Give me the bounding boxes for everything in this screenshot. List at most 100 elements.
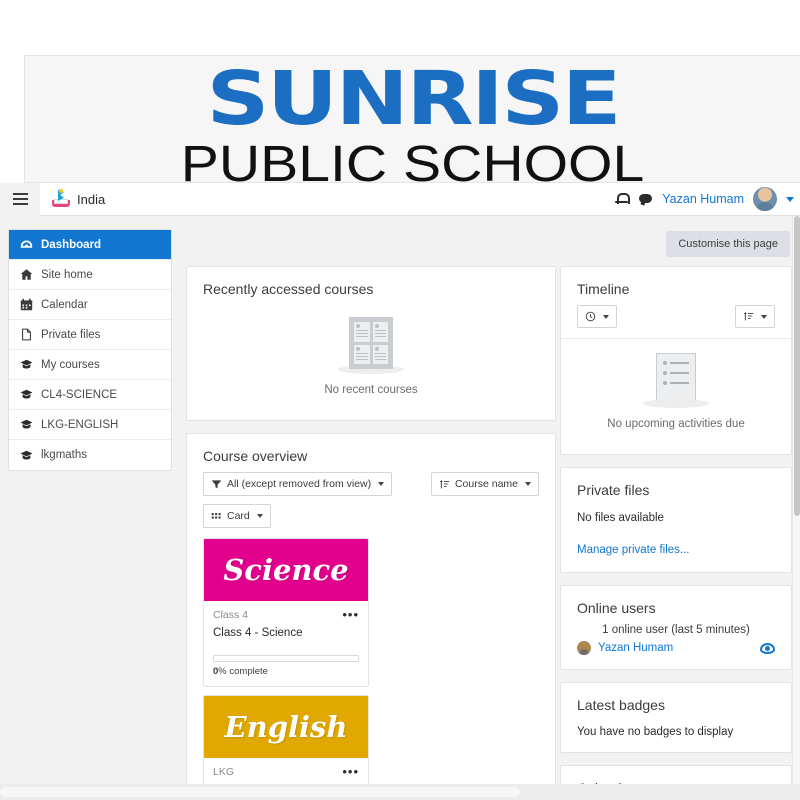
page-body: Dashboard Site home Calendar Private fil… [0, 216, 800, 800]
sidebar-item-label: Calendar [41, 298, 88, 311]
home-icon [19, 268, 33, 282]
sidebar-item-lkgmaths[interactable]: lkgmaths [9, 440, 171, 470]
side-column: Timeline No upcoming activities due Priv… [560, 266, 792, 800]
block-title: Online users [577, 600, 656, 616]
online-users-block: Online users 1 online user (last 5 minut… [560, 585, 792, 670]
private-files-empty-text: No files available [577, 512, 664, 524]
course-category: Class 4 [213, 609, 249, 621]
block-title: Course overview [203, 448, 308, 464]
sidebar-nav: Dashboard Site home Calendar Private fil… [8, 229, 172, 471]
course-banner: English [204, 696, 368, 758]
sidebar-item-label: Site home [41, 268, 93, 281]
sidebar-item-lkg-english[interactable]: LKG-ENGLISH [9, 410, 171, 440]
course-banner-text: English [224, 710, 348, 744]
graduation-cap-icon [19, 388, 33, 402]
sidebar-item-dashboard[interactable]: Dashboard [9, 230, 171, 260]
course-sort-label: Course name [454, 478, 518, 490]
sidebar-item-label: LKG-ENGLISH [41, 418, 119, 431]
sidebar-item-cl4-science[interactable]: CL4-SCIENCE [9, 380, 171, 410]
more-options-icon[interactable]: ••• [342, 765, 359, 778]
hamburger-icon[interactable] [0, 182, 40, 216]
navbar-right-group: Yazan Humam [614, 187, 800, 211]
book-logo-icon [52, 189, 70, 208]
empty-state-text: No recent courses [324, 384, 418, 396]
brand-link[interactable]: India [52, 189, 105, 208]
page-root: SUNRISE PUBLIC SCHOOL India Yazan Humam [0, 0, 800, 800]
sidebar-item-label: My courses [41, 358, 100, 371]
block-title: Latest badges [577, 697, 665, 713]
course-sort-dropdown[interactable]: Course name [430, 472, 539, 496]
online-user-name[interactable]: Yazan Humam [598, 642, 673, 654]
course-view-controls: Card [203, 504, 539, 528]
block-title: Private files [577, 482, 650, 498]
placeholder-shadow [643, 399, 709, 408]
sidebar-item-label: lkgmaths [41, 449, 88, 461]
course-grid-placeholder-icon [349, 317, 393, 369]
timeline-sort-dropdown[interactable] [735, 305, 775, 328]
course-card[interactable]: Science Class 4 ••• Class 4 - Science 0%… [203, 538, 369, 687]
sidebar-item-private-files[interactable]: Private files [9, 320, 171, 350]
course-name: Class 4 - Science [213, 627, 303, 639]
file-icon [19, 328, 33, 342]
private-files-block: Private files No files available Manage … [560, 467, 792, 573]
chevron-down-icon [378, 482, 385, 486]
sort-icon [439, 479, 450, 488]
block-title: Timeline [577, 281, 630, 297]
site-logo-secondary-text: PUBLIC SCHOOL [180, 135, 645, 183]
sidebar-item-my-courses[interactable]: My courses [9, 350, 171, 380]
dashboard-icon [19, 238, 33, 252]
empty-state: No upcoming activities due [577, 339, 775, 440]
latest-badges-empty-text: You have no badges to display [577, 726, 734, 738]
clock-icon [585, 311, 596, 322]
visibility-icon[interactable] [760, 642, 775, 654]
graduation-cap-icon [19, 418, 33, 432]
progress-suffix: % complete [218, 666, 268, 677]
chevron-down-icon [256, 514, 263, 518]
course-view-dropdown[interactable]: Card [203, 504, 271, 528]
progress-label: 0% complete [213, 666, 359, 677]
course-overview-block: Course overview All (except removed from… [186, 433, 556, 800]
customise-this-page-button[interactable]: Customise this page [666, 231, 790, 257]
course-filter-dropdown[interactable]: All (except removed from view) [203, 472, 393, 496]
sidebar-item-site-home[interactable]: Site home [9, 260, 171, 290]
notification-bell-icon[interactable] [614, 191, 631, 207]
vertical-scrollbar[interactable] [792, 216, 800, 784]
online-user-row: Yazan Humam [577, 641, 775, 655]
course-filter-label: All (except removed from view) [227, 478, 372, 490]
chevron-down-icon [761, 314, 767, 319]
site-logo: SUNRISE PUBLIC SCHOOL [25, 56, 800, 183]
calendar-icon [19, 298, 33, 312]
sidebar-item-label: Dashboard [41, 238, 102, 251]
user-menu-name[interactable]: Yazan Humam [662, 192, 744, 206]
timeline-block: Timeline No upcoming activities due [560, 266, 792, 455]
sidebar-item-label: CL4-SCIENCE [41, 388, 118, 401]
more-options-icon[interactable]: ••• [342, 608, 359, 621]
grid-icon [211, 512, 221, 519]
online-users-count: 1 online user (last 5 minutes) [602, 624, 750, 636]
graduation-cap-icon [19, 448, 33, 462]
timeline-date-filter-dropdown[interactable] [577, 305, 617, 328]
course-card-list: Science Class 4 ••• Class 4 - Science 0%… [203, 538, 539, 800]
horizontal-scrollbar[interactable] [0, 784, 800, 800]
chevron-down-icon [525, 482, 531, 486]
chevron-down-icon[interactable] [786, 196, 794, 202]
top-navbar: India Yazan Humam [0, 182, 800, 216]
sort-icon [743, 312, 754, 321]
site-logo-primary-text: SUNRISE [206, 56, 621, 142]
block-title: Recently accessed courses [203, 281, 374, 297]
progress-bar [213, 655, 359, 662]
sidebar-item-calendar[interactable]: Calendar [9, 290, 171, 320]
message-bubble-icon[interactable] [638, 191, 653, 207]
course-banner: Science [204, 539, 368, 601]
course-category: LKG [213, 766, 235, 778]
recently-accessed-courses-block: Recently accessed courses No recent cour… [186, 266, 556, 421]
course-banner-text: Science [223, 553, 349, 587]
manage-private-files-link[interactable]: Manage private files... [577, 544, 690, 556]
timeline-controls [577, 305, 775, 328]
avatar [577, 641, 591, 655]
empty-state-text: No upcoming activities due [607, 418, 745, 430]
sidebar-item-label: Private files [41, 328, 101, 341]
course-view-label: Card [227, 510, 250, 522]
course-card-body: Class 4 ••• Class 4 - Science 0% complet… [204, 601, 368, 686]
avatar[interactable] [753, 187, 777, 211]
